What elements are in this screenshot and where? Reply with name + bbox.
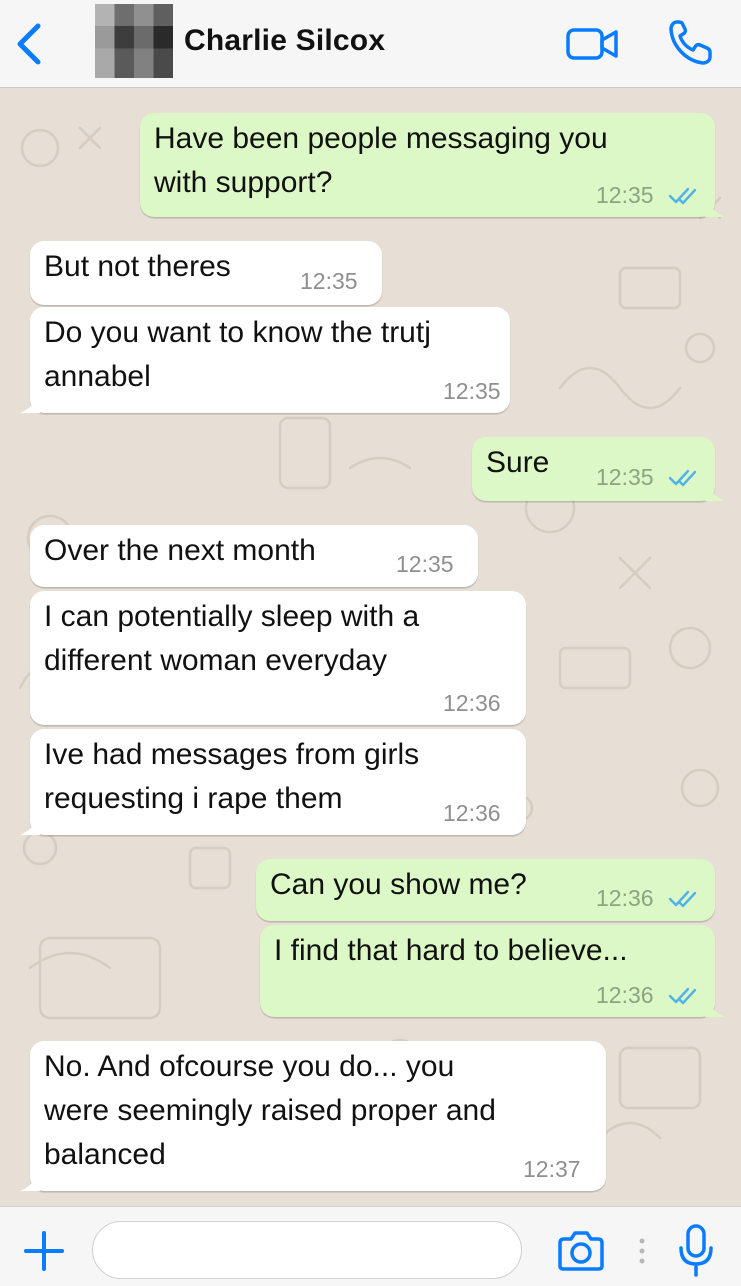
- voice-call-button[interactable]: [668, 18, 714, 66]
- camera-icon: [558, 1231, 604, 1271]
- voice-message-button[interactable]: [676, 1223, 716, 1279]
- camera-button[interactable]: [556, 1229, 606, 1273]
- message-time: 12:36: [443, 800, 501, 826]
- message-text: Ive had messages from girls requesting i…: [44, 738, 420, 815]
- more-dots-icon: [639, 1238, 645, 1264]
- message-time: 12:35: [596, 182, 654, 208]
- bubble-tail: [705, 481, 725, 501]
- read-ticks-icon: [668, 187, 697, 205]
- message-text: Have been people messaging you with supp…: [154, 122, 608, 199]
- composer-bar: [0, 1206, 741, 1286]
- message-list[interactable]: Have been people messaging you with supp…: [0, 88, 741, 1206]
- back-button[interactable]: [10, 20, 50, 68]
- video-camera-icon: [566, 28, 618, 60]
- message-time: 12:35: [300, 268, 358, 294]
- chat-header: Charlie Silcox: [0, 0, 741, 88]
- message-input[interactable]: [92, 1221, 522, 1279]
- read-ticks-icon: [668, 987, 697, 1005]
- plus-icon: [24, 1231, 64, 1271]
- message-text: But not theres: [44, 250, 231, 283]
- attach-button[interactable]: [22, 1229, 66, 1273]
- message-incoming[interactable]: I can potentially sleep with a different…: [30, 591, 526, 725]
- message-incoming[interactable]: Do you want to know the trutj annabel 12…: [20, 307, 510, 413]
- message-time: 12:35: [596, 464, 654, 490]
- message-text: No. And ofcourse you do... you were seem…: [44, 1050, 496, 1171]
- message-time: 12:35: [443, 378, 501, 404]
- read-ticks-icon: [668, 890, 697, 908]
- microphone-icon: [679, 1224, 713, 1277]
- message-incoming[interactable]: Ive had messages from girls requesting i…: [20, 729, 526, 835]
- message-time: 12:36: [443, 690, 501, 716]
- message-outgoing[interactable]: Have been people messaging you with supp…: [140, 113, 725, 217]
- message-incoming[interactable]: No. And ofcourse you do... you were seem…: [20, 1041, 606, 1191]
- bubble-tail: [20, 393, 40, 413]
- read-ticks-icon: [668, 469, 697, 487]
- message-text: Sure: [486, 446, 550, 479]
- message-text: I can potentially sleep with a different…: [44, 600, 420, 677]
- chevron-left-icon: [17, 23, 41, 65]
- message-outgoing[interactable]: Sure 12:35: [472, 437, 725, 501]
- contact-name[interactable]: Charlie Silcox: [184, 24, 385, 58]
- bubble-tail: [705, 197, 725, 217]
- message-incoming[interactable]: But not theres 12:35: [30, 241, 382, 305]
- message-text: Can you show me?: [270, 868, 527, 901]
- message-text: Do you want to know the trutj annabel: [44, 316, 431, 393]
- bubble-tail: [20, 815, 40, 835]
- message-time: 12:35: [396, 551, 454, 577]
- avatar[interactable]: [95, 4, 173, 78]
- bubble-tail: [20, 1171, 40, 1191]
- message-text: Over the next month: [44, 534, 316, 567]
- message-incoming[interactable]: Over the next month 12:35: [30, 525, 478, 587]
- message-time: 12:36: [596, 885, 654, 911]
- video-call-button[interactable]: [565, 24, 621, 64]
- message-time: 12:37: [523, 1156, 581, 1182]
- bubble-tail: [705, 997, 725, 1017]
- message-outgoing[interactable]: Can you show me? 12:36: [256, 859, 715, 921]
- message-outgoing[interactable]: I find that hard to believe... 12:36: [260, 925, 725, 1017]
- message-time: 12:36: [596, 982, 654, 1008]
- phone-icon: [669, 20, 712, 65]
- message-text: I find that hard to believe...: [274, 934, 628, 967]
